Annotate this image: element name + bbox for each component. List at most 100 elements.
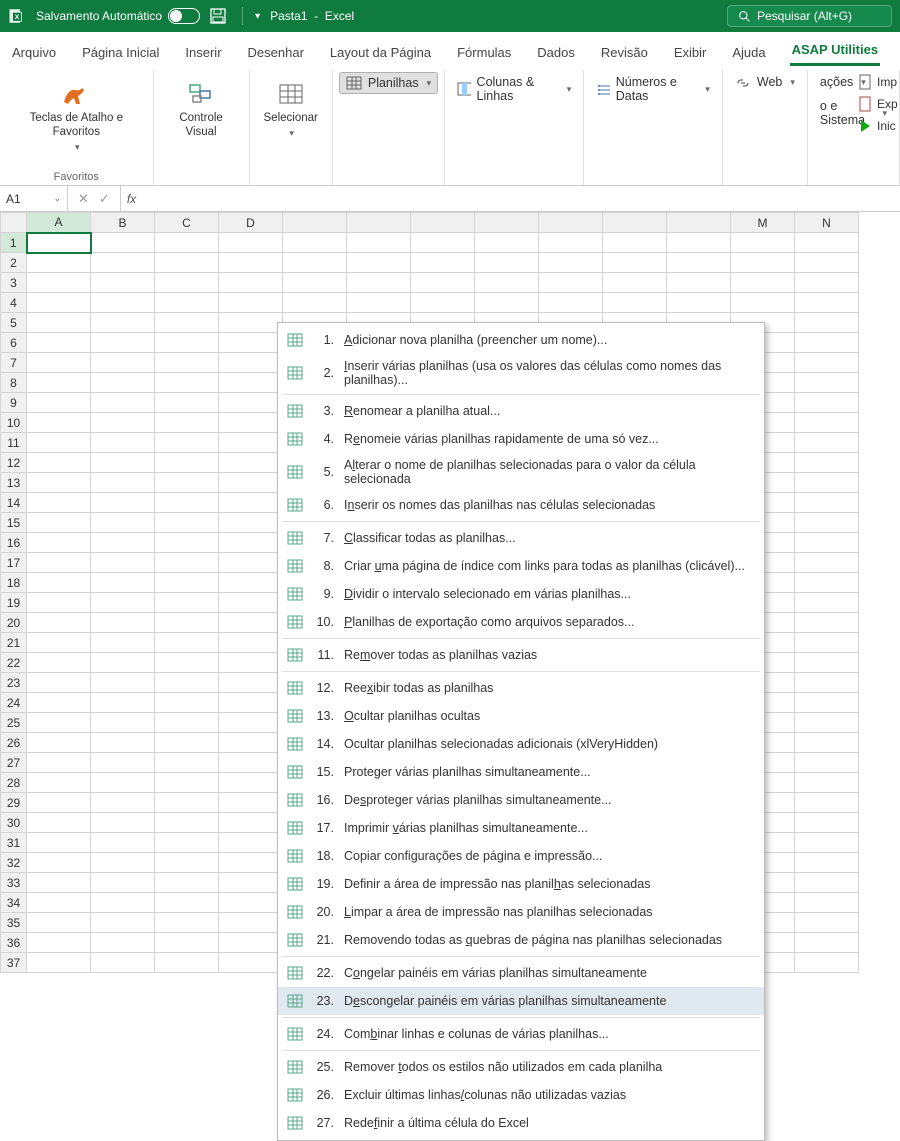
cell[interactable] [219,873,283,893]
cell[interactable] [603,253,667,273]
row-header[interactable]: 20 [1,613,27,633]
cell[interactable] [795,573,859,593]
cell[interactable] [219,373,283,393]
row-header[interactable]: 37 [1,953,27,973]
cell[interactable] [27,933,91,953]
cell[interactable] [91,813,155,833]
row-header[interactable]: 6 [1,333,27,353]
cell[interactable] [219,793,283,813]
cell[interactable] [795,593,859,613]
cell[interactable] [155,573,219,593]
chevron-down-icon[interactable]: ⌄ [53,193,61,204]
cell[interactable] [219,933,283,953]
cell[interactable] [795,553,859,573]
cell[interactable] [155,873,219,893]
cell[interactable] [27,253,91,273]
cell[interactable] [155,613,219,633]
cell[interactable] [795,313,859,333]
cell[interactable] [219,413,283,433]
cell[interactable] [283,233,347,253]
menu-item[interactable]: 11.Remover todas as planilhas vazias [278,641,764,669]
cell[interactable] [155,373,219,393]
cell[interactable] [27,313,91,333]
cell[interactable] [155,493,219,513]
cell[interactable] [91,313,155,333]
menu-item[interactable]: 14.Ocultar planilhas selecionadas adicio… [278,730,764,758]
cell[interactable] [91,513,155,533]
cell[interactable] [731,253,795,273]
visual-control-button[interactable]: Controle Visual [164,74,239,144]
cell[interactable] [795,873,859,893]
cell[interactable] [27,773,91,793]
cell[interactable] [155,753,219,773]
cell[interactable] [155,853,219,873]
cell[interactable] [155,253,219,273]
menu-item[interactable]: 25.Remover todos os estilos não utilizad… [278,1053,764,1081]
row-header[interactable]: 24 [1,693,27,713]
cell[interactable] [27,353,91,373]
cell[interactable] [91,373,155,393]
cell[interactable] [155,933,219,953]
cell[interactable] [795,913,859,933]
cell[interactable] [219,493,283,513]
row-header[interactable]: 10 [1,413,27,433]
numeros-datas-button[interactable]: Números e Datas▾ [590,72,716,106]
cell[interactable] [155,413,219,433]
row-header[interactable]: 35 [1,913,27,933]
row-header[interactable]: 19 [1,593,27,613]
cell[interactable] [155,313,219,333]
cell[interactable] [219,773,283,793]
cell[interactable] [667,293,731,313]
cell[interactable] [219,453,283,473]
cell[interactable] [795,513,859,533]
cell[interactable] [27,653,91,673]
cell[interactable] [27,493,91,513]
menu-item[interactable]: 15.Proteger várias planilhas simultaneam… [278,758,764,786]
spreadsheet-grid[interactable]: ABCDMN1234567891011121314151617181920212… [0,212,900,973]
row-header[interactable]: 4 [1,293,27,313]
row-header[interactable]: 33 [1,873,27,893]
menu-item[interactable]: 24.Combinar linhas e colunas de várias p… [278,1020,764,1048]
cell[interactable] [155,593,219,613]
row-header[interactable]: 28 [1,773,27,793]
cell[interactable] [27,713,91,733]
cell[interactable] [27,233,91,253]
column-header[interactable]: M [731,213,795,233]
cell[interactable] [219,613,283,633]
cell[interactable] [27,873,91,893]
menu-item[interactable]: 2.Inserir várias planilhas (usa os valor… [278,354,764,392]
cell[interactable] [91,293,155,313]
cell[interactable] [411,273,475,293]
menu-item[interactable]: 13.Ocultar planilhas ocultas [278,702,764,730]
cell[interactable] [795,533,859,553]
row-header[interactable]: 16 [1,533,27,553]
cell[interactable] [155,813,219,833]
cell[interactable] [27,293,91,313]
cell[interactable] [27,753,91,773]
menu-item[interactable]: 27.Redefinir a última célula do Excel [278,1109,764,1137]
cell[interactable] [91,553,155,573]
menu-item[interactable]: 1.Adicionar nova planilha (preencher um … [278,326,764,354]
cell[interactable] [219,813,283,833]
cell[interactable] [795,293,859,313]
cell[interactable] [27,673,91,693]
column-header[interactable]: D [219,213,283,233]
cell[interactable] [91,653,155,673]
cell[interactable] [283,253,347,273]
cell[interactable] [219,393,283,413]
cell[interactable] [27,573,91,593]
cell[interactable] [155,273,219,293]
cell[interactable] [91,753,155,773]
column-header[interactable] [667,213,731,233]
cell[interactable] [27,553,91,573]
import-button[interactable]: Imp [857,74,898,90]
cell[interactable] [795,353,859,373]
cell[interactable] [27,373,91,393]
row-header[interactable]: 32 [1,853,27,873]
tab-ajuda[interactable]: Ajuda [730,39,767,66]
cell[interactable] [795,453,859,473]
formula-input[interactable] [142,186,900,211]
cell[interactable] [219,633,283,653]
cell[interactable] [731,293,795,313]
cell[interactable] [155,393,219,413]
